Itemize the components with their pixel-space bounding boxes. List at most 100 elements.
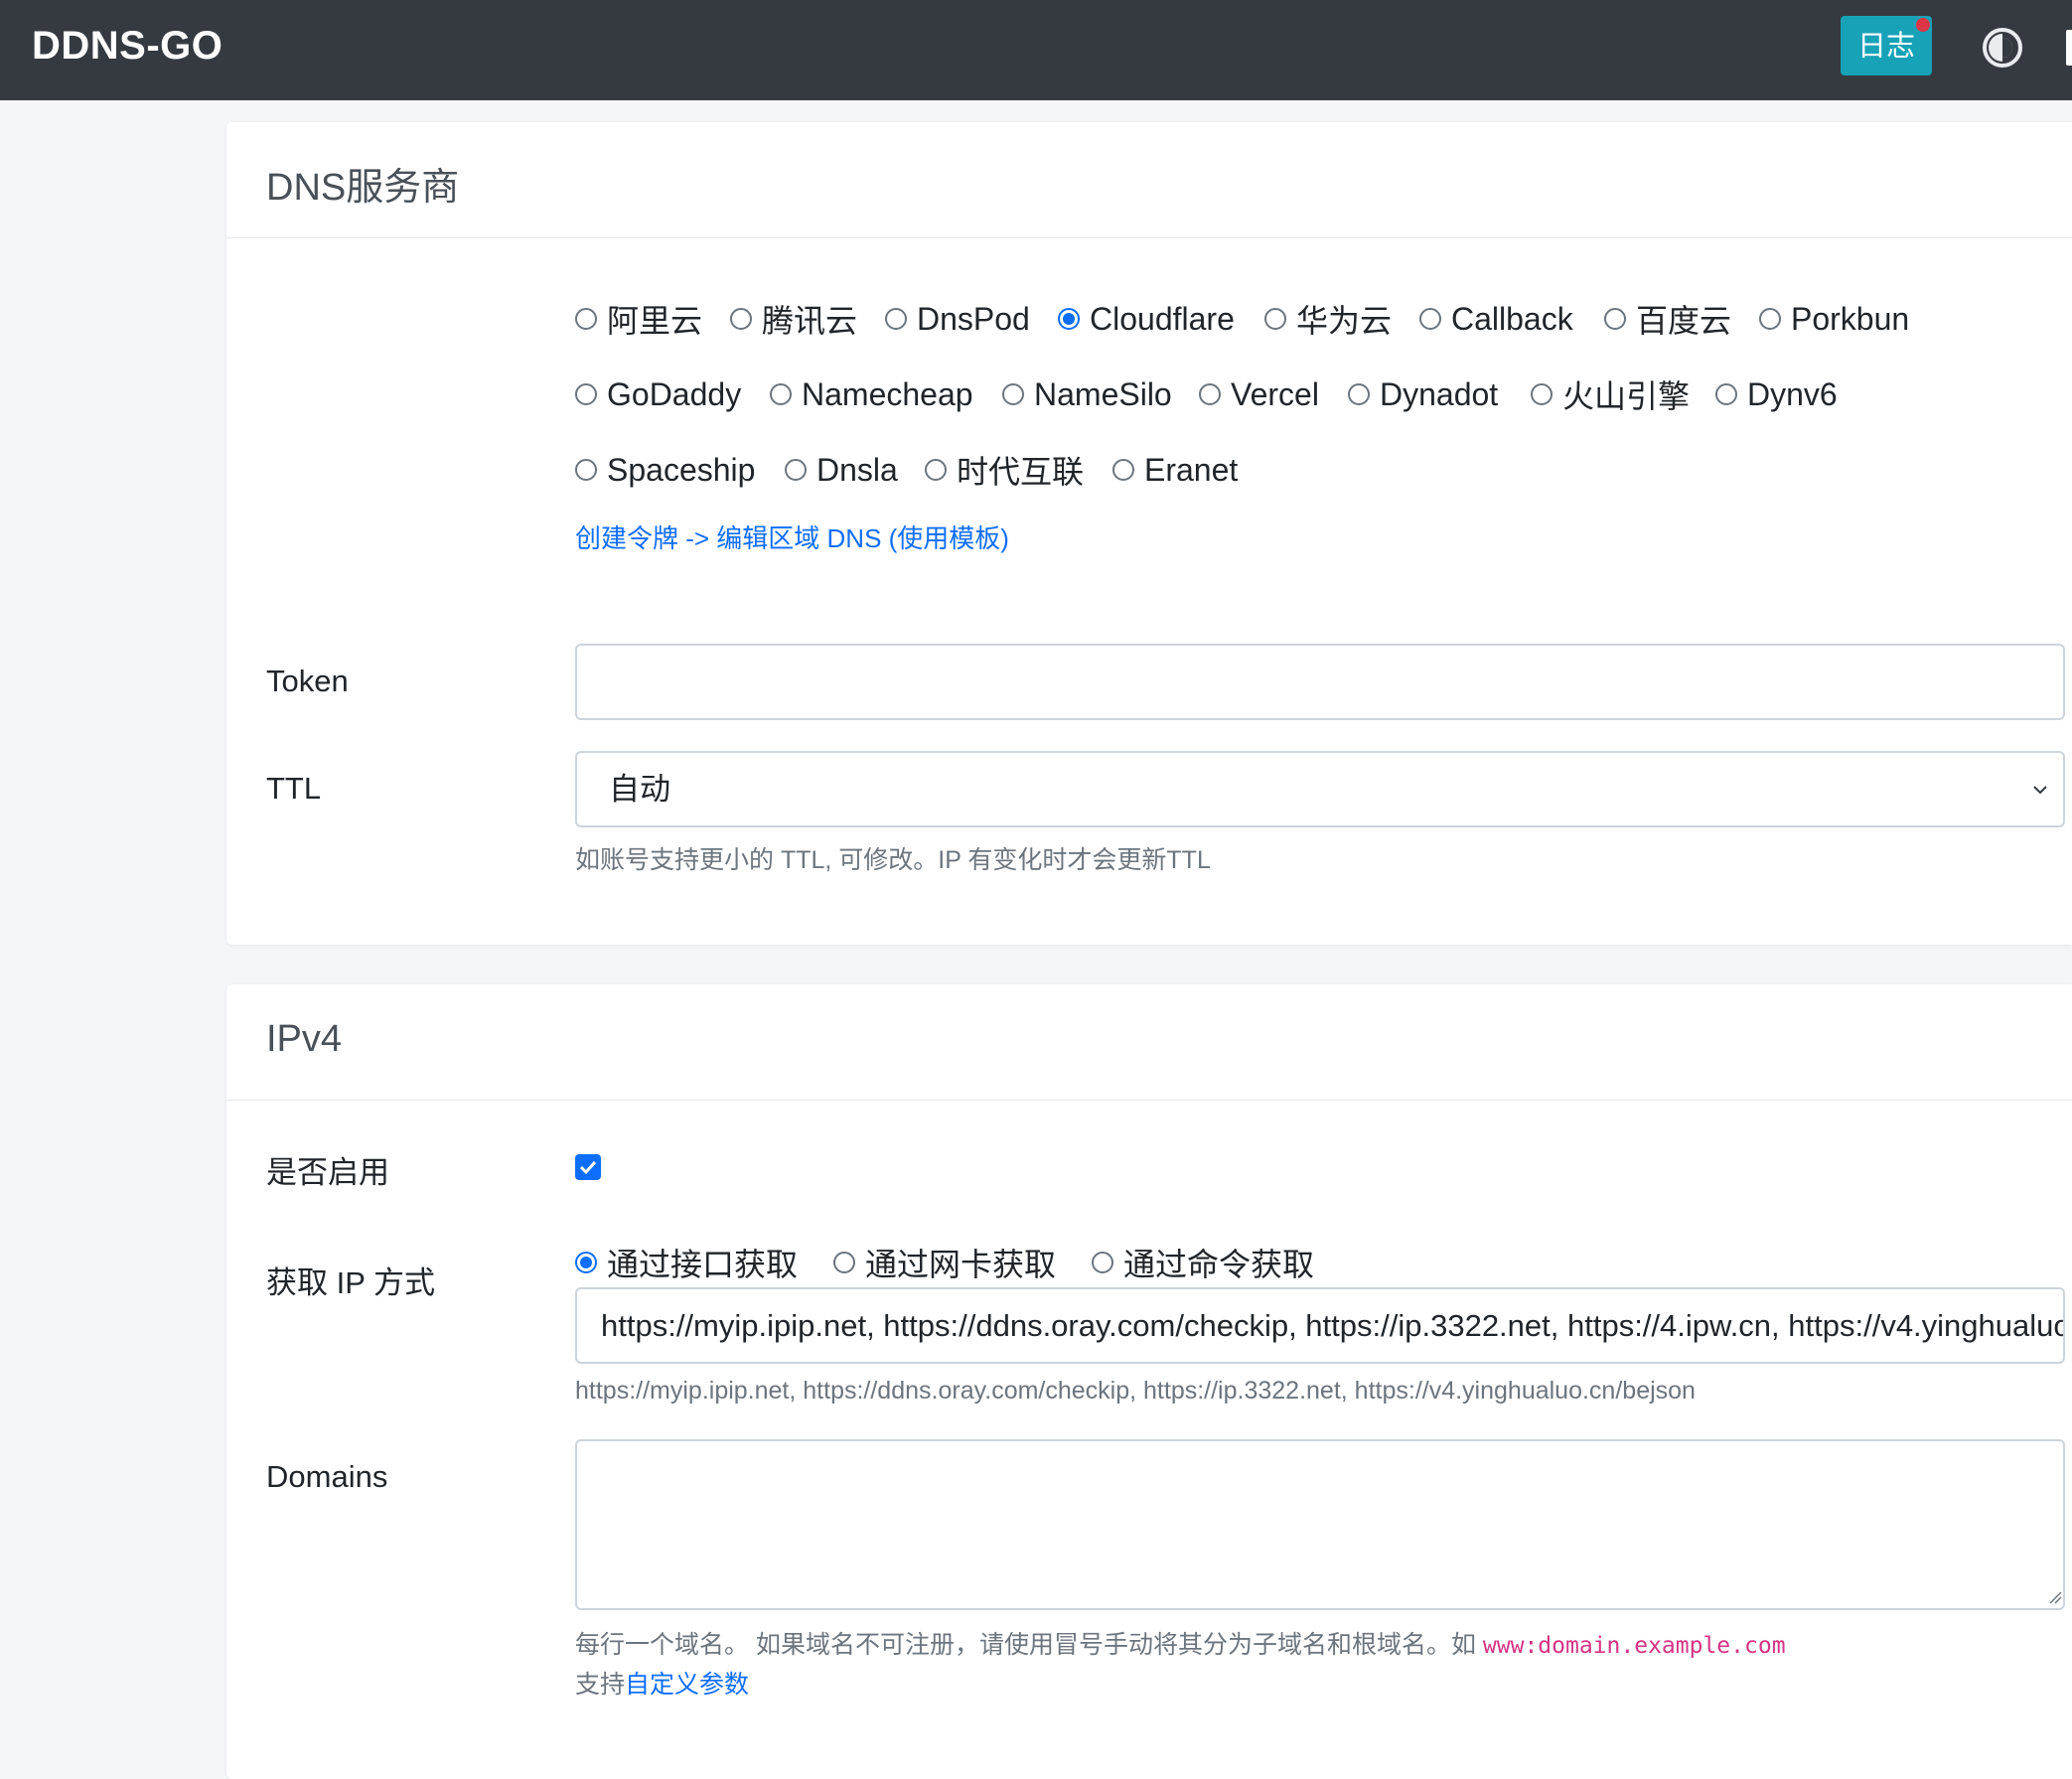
ip-api-url-input[interactable]: https://myip.ipip.net, https://ddns.oray… (575, 1287, 2065, 1364)
method-radio-command[interactable]: 通过命令获取 (1092, 1243, 1314, 1282)
notification-dot (1916, 18, 1930, 32)
dns-card-title: DNS服务商 (266, 156, 459, 211)
radio-circle (1531, 383, 1553, 405)
provider-label: 腾讯云 (762, 296, 857, 342)
radio-circle (1348, 383, 1370, 405)
provider-radio-dynadot[interactable]: Dynadot (1348, 374, 1498, 414)
ttl-help-text: 如账号支持更小的 TTL, 可修改。IP 有变化时才会更新TTL (575, 840, 1211, 876)
ip-api-url-help: https://myip.ipip.net, https://ddns.oray… (575, 1377, 1696, 1406)
provider-radio-namesilo[interactable]: NameSilo (1002, 374, 1172, 414)
provider-label: Eranet (1144, 452, 1238, 489)
radio-circle (885, 308, 907, 330)
provider-radio-tencent[interactable]: 腾讯云 (730, 299, 857, 339)
custom-params-help: 支持自定义参数 (575, 1665, 749, 1701)
provider-label: 百度云 (1636, 296, 1731, 342)
provider-label: 时代互联 (957, 447, 1084, 493)
domains-help-example: www:domain.example.com (1483, 1633, 1786, 1659)
provider-label: Callback (1451, 301, 1573, 338)
domains-help-body: 每行一个域名。 如果域名不可注册，请使用冒号手动将其分为子域名和根域名。如 (575, 1631, 1483, 1659)
log-button-label: 日志 (1857, 29, 1915, 63)
domains-textarea[interactable] (575, 1439, 2065, 1610)
provider-label: Dynv6 (1747, 376, 1838, 413)
method-radio-api[interactable]: 通过接口获取 (575, 1243, 798, 1282)
dns-provider-card: DNS服务商 阿里云 腾讯云 DnsPod Cloudflare 华为云 Cal… (226, 122, 2072, 945)
ttl-select[interactable]: 自动 (575, 751, 2065, 827)
token-input[interactable] (575, 644, 2065, 720)
provider-radio-dynv6[interactable]: Dynv6 (1715, 374, 1838, 414)
radio-circle (575, 459, 597, 481)
provider-radio-godaddy[interactable]: GoDaddy (575, 374, 741, 414)
provider-label: DnsPod (917, 301, 1030, 338)
radio-circle (785, 459, 807, 481)
radio-circle (1604, 308, 1626, 330)
ipv4-card: IPv4 是否启用 获取 IP 方式 通过接口获取 通过网卡获取 通过命令获取 … (226, 984, 2072, 1779)
radio-circle (1759, 308, 1781, 330)
provider-radio-cloudflare[interactable]: Cloudflare (1058, 299, 1235, 339)
ttl-label: TTL (266, 771, 321, 807)
provider-radio-baidu[interactable]: 百度云 (1604, 299, 1731, 339)
domains-label: Domains (266, 1459, 387, 1495)
provider-label: 火山引擎 (1562, 371, 1690, 417)
radio-circle (1058, 308, 1080, 330)
provider-radio-dnsla[interactable]: Dnsla (785, 450, 898, 490)
radio-circle (1112, 459, 1134, 481)
domains-help-text: 每行一个域名。 如果域名不可注册，请使用冒号手动将其分为子域名和根域名。如 ww… (575, 1625, 1786, 1661)
provider-radio-vercel[interactable]: Vercel (1199, 374, 1319, 414)
provider-radio-spaceship[interactable]: Spaceship (575, 450, 755, 490)
radio-circle (1002, 383, 1024, 405)
create-token-link[interactable]: 创建令牌 -> 编辑区域 DNS (使用模板) (575, 519, 1009, 555)
check-icon (575, 1154, 601, 1180)
provider-label: Namecheap (802, 376, 973, 413)
radio-circle (770, 383, 792, 405)
provider-label: Porkbun (1791, 301, 1909, 338)
provider-radio-dnspod[interactable]: DnsPod (885, 299, 1030, 339)
token-label: Token (266, 664, 349, 699)
log-button[interactable]: 日志 (1841, 16, 1932, 75)
provider-label: Dynadot (1380, 376, 1498, 413)
method-label: 通过接口获取 (607, 1240, 798, 1285)
radio-circle (1199, 383, 1221, 405)
chevron-down-icon (2031, 781, 2049, 799)
provider-label: NameSilo (1034, 376, 1172, 413)
provider-label: Vercel (1231, 376, 1319, 413)
theme-toggle-icon[interactable] (1981, 26, 2024, 70)
radio-circle (925, 459, 947, 481)
provider-radio-porkbun[interactable]: Porkbun (1759, 299, 1909, 339)
method-radio-nic[interactable]: 通过网卡获取 (833, 1243, 1056, 1282)
provider-radio-volcengine[interactable]: 火山引擎 (1531, 374, 1690, 414)
custom-params-link[interactable]: 自定义参数 (625, 1671, 749, 1699)
provider-label: Cloudflare (1090, 301, 1235, 338)
provider-label: 阿里云 (607, 296, 702, 342)
provider-label: GoDaddy (607, 376, 741, 413)
ipv4-card-header: IPv4 (226, 984, 2072, 1101)
app-brand[interactable]: DDNS-GO (32, 24, 222, 69)
provider-radio-sudu[interactable]: 时代互联 (925, 450, 1084, 490)
resize-handle-icon[interactable] (2048, 1590, 2062, 1604)
radio-circle (575, 383, 597, 405)
enable-label: 是否启用 (266, 1147, 389, 1192)
provider-radio-aliyun[interactable]: 阿里云 (575, 299, 702, 339)
provider-radio-callback[interactable]: Callback (1419, 299, 1573, 339)
radio-circle (575, 308, 597, 330)
custom-params-prefix: 支持 (575, 1671, 625, 1699)
ttl-selected-value: 自动 (609, 772, 670, 807)
ip-method-label: 获取 IP 方式 (266, 1258, 435, 1302)
radio-circle (575, 1252, 597, 1273)
enable-checkbox[interactable] (575, 1154, 601, 1180)
dns-card-header: DNS服务商 (226, 122, 2072, 238)
method-label: 通过命令获取 (1123, 1240, 1314, 1285)
radio-circle (1264, 308, 1286, 330)
radio-circle (730, 308, 752, 330)
method-label: 通过网卡获取 (865, 1240, 1056, 1285)
provider-label: Spaceship (607, 452, 755, 489)
top-navbar: DDNS-GO 日志 (0, 0, 2072, 100)
navbar-edge (2066, 30, 2072, 66)
provider-radio-huawei[interactable]: 华为云 (1264, 299, 1392, 339)
provider-label: Dnsla (816, 452, 898, 489)
radio-circle (1092, 1252, 1113, 1273)
provider-radio-eranet[interactable]: Eranet (1112, 450, 1238, 490)
radio-circle (833, 1252, 855, 1273)
radio-circle (1715, 383, 1737, 405)
provider-radio-namecheap[interactable]: Namecheap (770, 374, 973, 414)
provider-label: 华为云 (1296, 296, 1392, 342)
